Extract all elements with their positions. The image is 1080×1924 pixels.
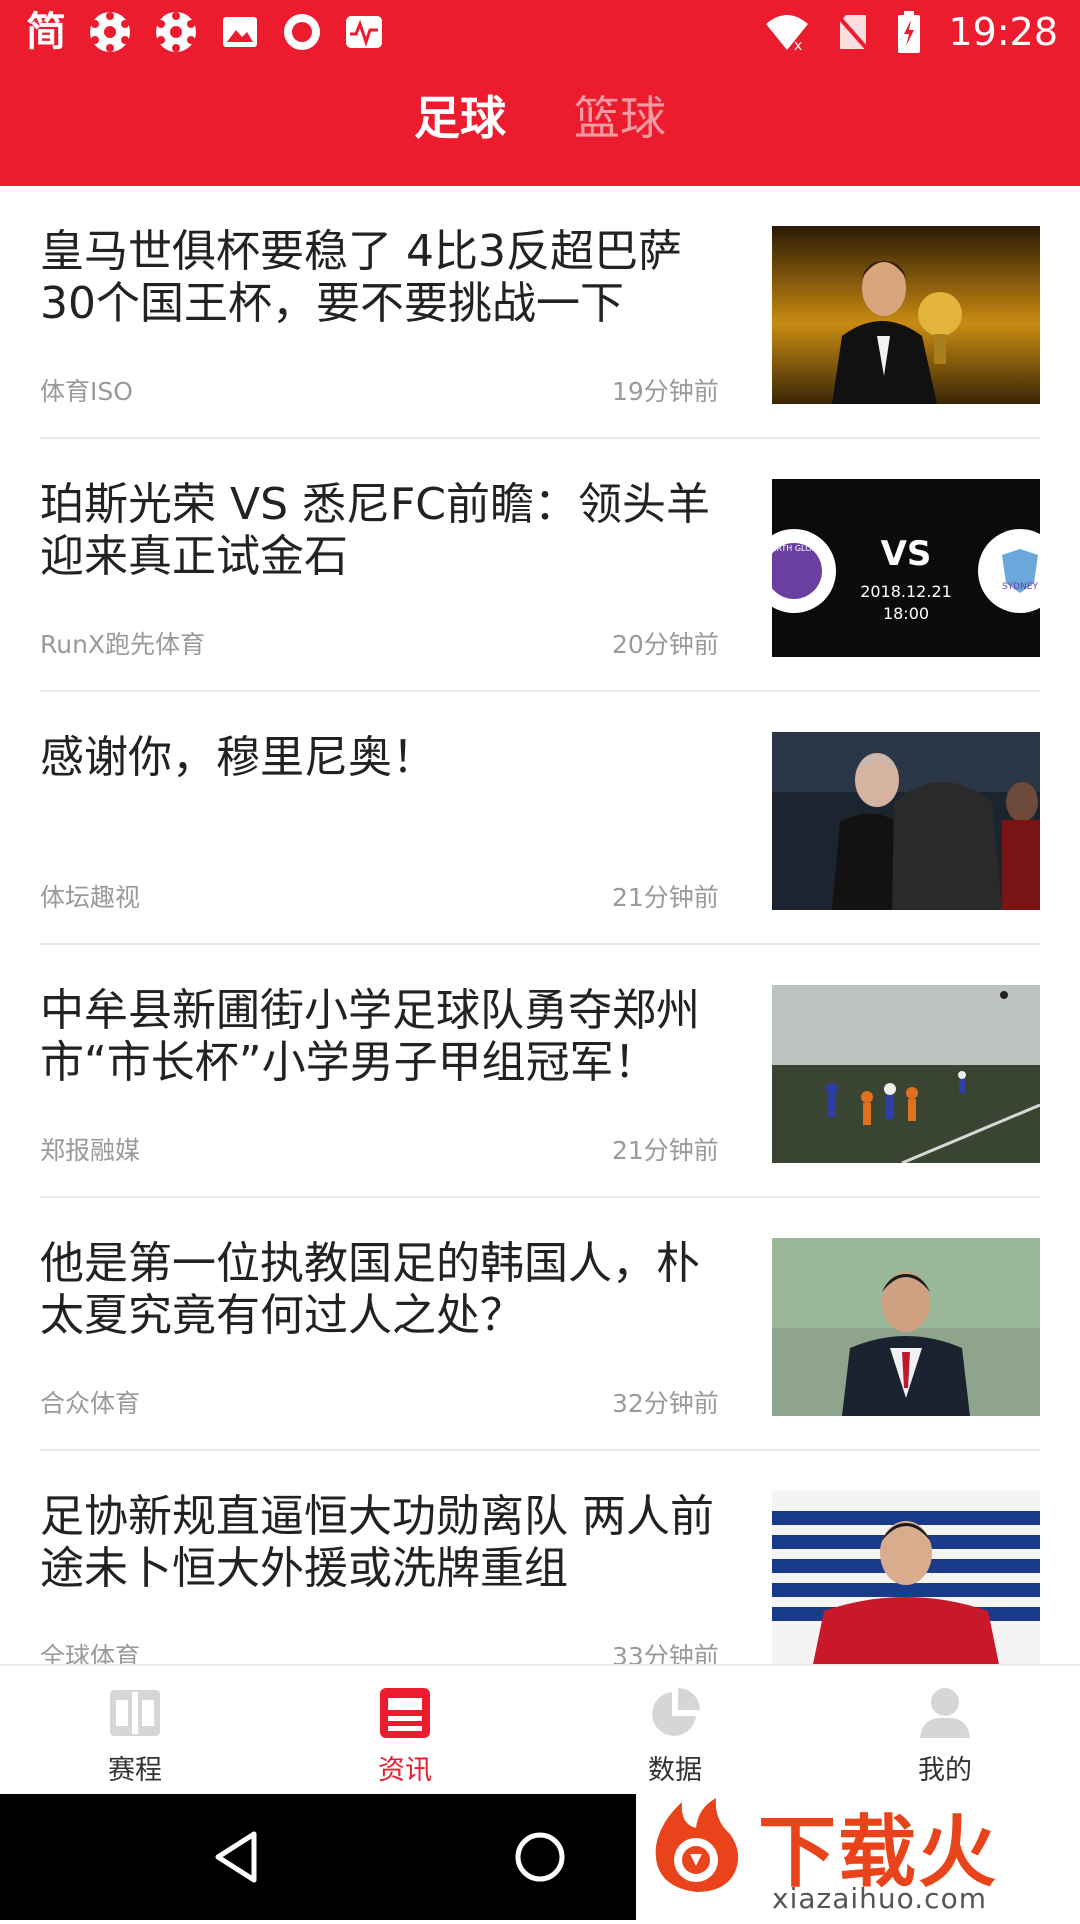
wifi-icon: x — [766, 15, 809, 52]
news-title: 珀斯光荣 VS 悉尼FC前瞻：领头羊迎来真正试金石 — [40, 479, 711, 582]
back-icon — [215, 1831, 257, 1883]
news-icon — [380, 1688, 430, 1738]
news-time: 32分钟前 — [612, 1389, 719, 1418]
news-time: 20分钟前 — [612, 630, 719, 659]
match-time: 18:00 — [883, 604, 929, 623]
news-source: 合众体育 — [40, 1389, 141, 1418]
news-item[interactable]: 珀斯光荣 VS 悉尼FC前瞻：领头羊迎来真正试金石 RunX跑先体育 20分钟前… — [0, 439, 1080, 692]
team-right: SYDNEY — [1002, 582, 1039, 592]
news-title: 他是第一位执教国足的韩国人，朴太夏究竟有何过人之处？ — [40, 1238, 700, 1341]
watermark-url: xiazaihuo.com — [772, 1882, 987, 1915]
news-source: 郑报融媒 — [40, 1136, 141, 1165]
status-left: 简 — [26, 8, 384, 56]
news-title: 足协新规直逼恒大功勋离队 两人前途未卜恒大外援或洗牌重组 — [40, 1491, 714, 1594]
news-item[interactable]: 足协新规直逼恒大功勋离队 两人前途未卜恒大外援或洗牌重组 全球体育 33分钟前 — [0, 1451, 1080, 1664]
news-item[interactable]: 皇马世俱杯要稳了 4比3反超巴萨30个国王杯，要不要挑战一下 体育ISO 19分… — [0, 186, 1080, 439]
schedule-icon — [110, 1690, 160, 1736]
news-thumbnail: VS 2018.12.21 18:00 PERTH GLORY SYDNEY — [772, 479, 1040, 657]
status-right: x 19:28 — [764, 8, 1058, 56]
user-icon — [920, 1688, 970, 1738]
news-title: 皇马世俱杯要稳了 4比3反超巴萨30个国王杯，要不要挑战一下 — [40, 226, 682, 329]
nav-item-schedule[interactable]: 赛程 — [0, 1666, 270, 1796]
vs-label: VS — [881, 534, 932, 574]
home-icon — [515, 1832, 565, 1882]
news-thumbnail — [772, 732, 1040, 910]
image-icon — [223, 17, 257, 47]
activity-icon — [346, 16, 382, 48]
nav-label: 资讯 — [378, 1755, 432, 1786]
football-icon — [156, 12, 196, 52]
news-thumbnail — [772, 985, 1040, 1163]
nav-item-data[interactable]: 数据 — [540, 1666, 810, 1796]
news-time: 33分钟前 — [612, 1642, 719, 1664]
record-icon — [284, 14, 320, 50]
back-button[interactable] — [176, 1794, 296, 1920]
match-date: 2018.12.21 — [860, 582, 952, 601]
home-button[interactable] — [480, 1794, 600, 1920]
news-item[interactable]: 感谢你，穆里尼奥！ 体坛趣视 21分钟前 — [0, 692, 1080, 945]
nav-item-news[interactable]: 资讯 — [270, 1666, 540, 1796]
team-left: PERTH GLORY — [772, 544, 822, 553]
news-item[interactable]: 他是第一位执教国足的韩国人，朴太夏究竟有何过人之处？ 合众体育 32分钟前 — [0, 1198, 1080, 1451]
flame-logo-icon — [655, 1798, 739, 1892]
app-header: 简 x 19:28 足球 篮球 — [0, 0, 1080, 186]
tab-basketball[interactable]: 篮球 — [574, 70, 666, 166]
news-title: 中牟县新圃街小学足球队勇夺郑州市“市长杯”小学男子甲组冠军！ — [40, 985, 700, 1088]
watermark: 下载火 xiazaihuo.com — [636, 1786, 1080, 1920]
tab-football[interactable]: 足球 — [414, 70, 506, 166]
no-sim-icon — [836, 14, 870, 52]
news-thumbnail — [772, 226, 1040, 404]
news-time: 21分钟前 — [612, 1136, 719, 1165]
news-thumbnail — [772, 1491, 1040, 1664]
nav-label: 赛程 — [108, 1755, 162, 1786]
news-thumbnail — [772, 1238, 1040, 1416]
status-clock: 19:28 — [948, 10, 1058, 54]
news-source: 体育ISO — [40, 377, 133, 406]
news-time: 19分钟前 — [612, 377, 719, 406]
news-source: RunX跑先体育 — [40, 630, 206, 659]
news-item[interactable]: 中牟县新圃街小学足球队勇夺郑州市“市长杯”小学男子甲组冠军！ 郑报融媒 21分钟… — [0, 945, 1080, 1198]
status-bar: 简 x 19:28 — [0, 0, 1080, 64]
news-source: 体坛趣视 — [40, 883, 141, 912]
news-time: 21分钟前 — [612, 883, 719, 912]
nav-label: 数据 — [648, 1755, 702, 1786]
news-list[interactable]: 皇马世俱杯要稳了 4比3反超巴萨30个国王杯，要不要挑战一下 体育ISO 19分… — [0, 186, 1080, 1664]
input-method-indicator: 简 — [26, 9, 66, 55]
battery-charging-icon — [898, 11, 921, 53]
news-source: 全球体育 — [40, 1642, 141, 1664]
nav-item-me[interactable]: 我的 — [810, 1666, 1080, 1796]
chart-pie-icon — [652, 1688, 700, 1736]
bottom-nav: 赛程 资讯 数据 我的 — [0, 1664, 1080, 1796]
svg-text:x: x — [794, 38, 802, 52]
football-icon — [90, 12, 130, 52]
sport-tabs: 足球 篮球 — [0, 70, 1080, 166]
nav-label: 我的 — [918, 1755, 972, 1786]
news-title: 感谢你，穆里尼奥！ — [40, 732, 436, 783]
